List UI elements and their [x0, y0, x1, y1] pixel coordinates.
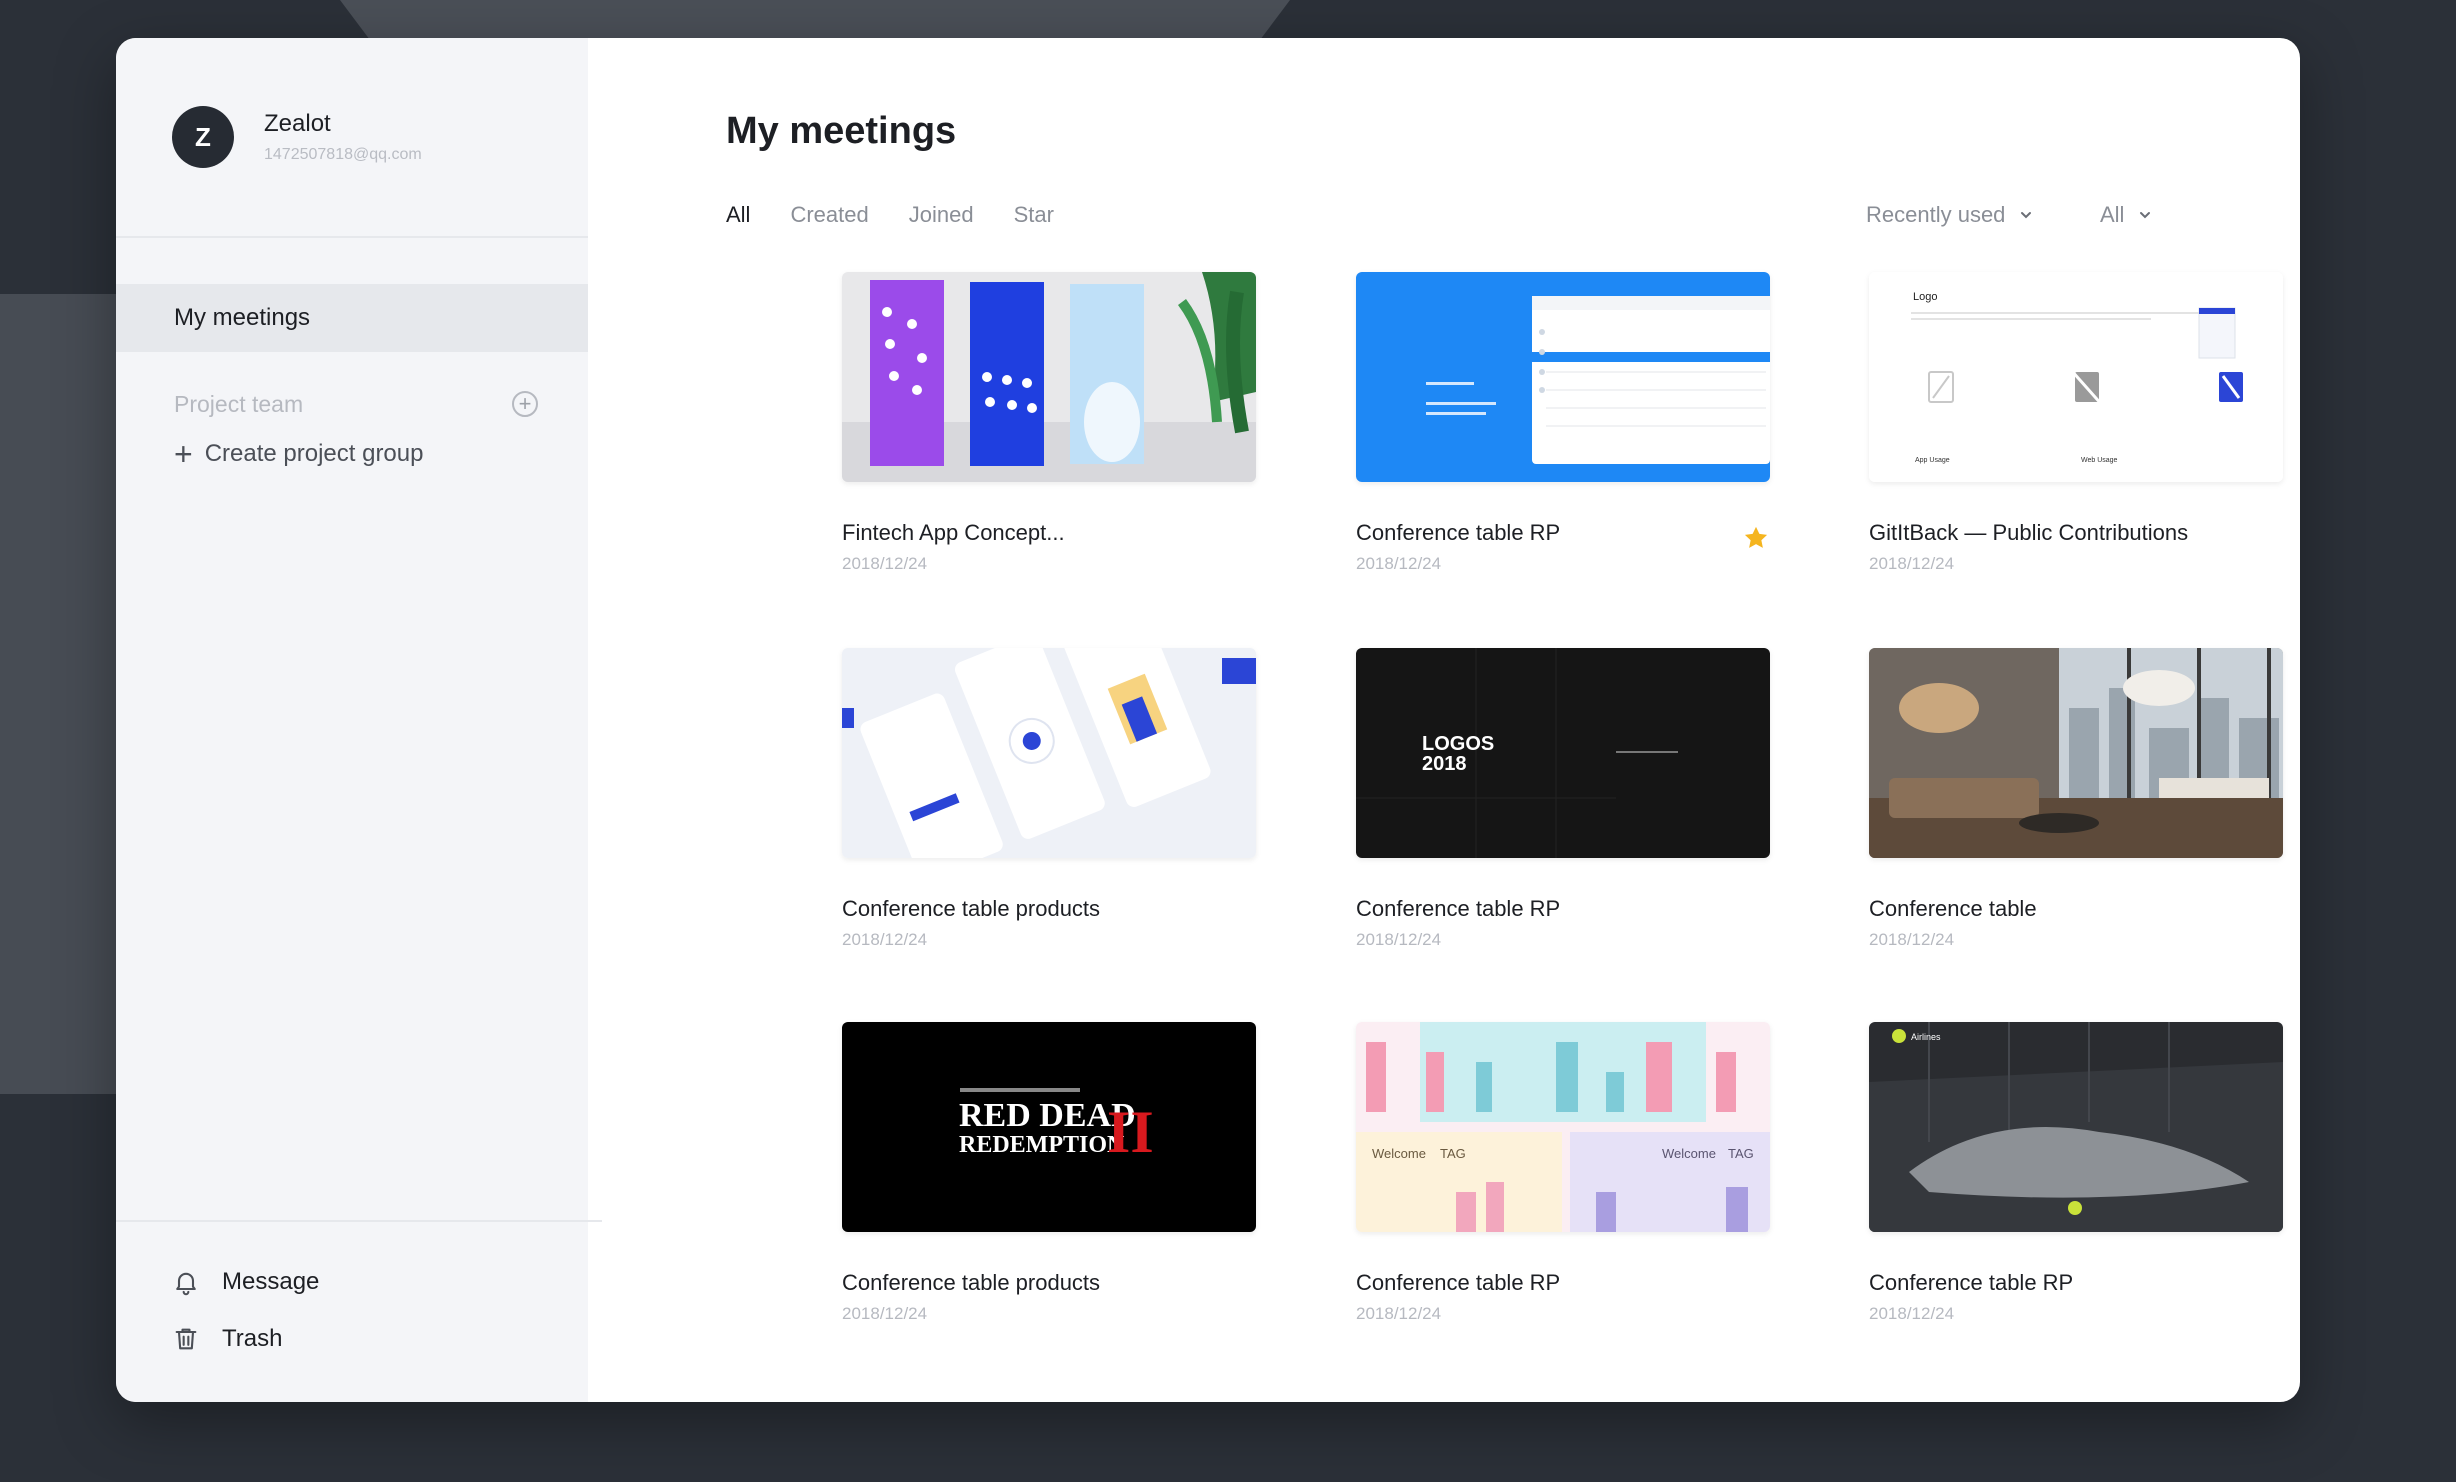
thumb-logo-text: Logo	[1913, 291, 1937, 303]
background-shape-left	[0, 294, 118, 1094]
add-team-icon[interactable]: +	[512, 391, 538, 417]
thumb-welcome-text-1: Welcome	[1372, 1146, 1426, 1161]
meeting-card[interactable]: RED DEAD REDEMPTION II Conference table …	[842, 1022, 1256, 1324]
user-profile[interactable]: Z Zealot 1472507818@qq.com	[172, 106, 422, 168]
meeting-title: Fintech App Concept...	[842, 520, 1065, 545]
meeting-date: 2018/12/24	[842, 930, 928, 949]
meeting-card[interactable]: Fintech App Concept... 2018/12/24	[842, 272, 1256, 574]
avatar[interactable]: Z	[172, 106, 234, 168]
main-content: My meetings All Created Joined Star Rece…	[588, 38, 2300, 1402]
thumb-welcome-text-2: Welcome	[1662, 1146, 1716, 1161]
thumb-web-usage-text: Web Usage	[2081, 457, 2118, 464]
meeting-title: Conference table products	[842, 1270, 1101, 1295]
filter-tabs: All Created Joined Star	[726, 202, 1094, 228]
floating-people-room-image	[1869, 648, 2283, 858]
meeting-title: Conference table products	[842, 896, 1101, 921]
tab-joined[interactable]: Joined	[909, 202, 974, 228]
meeting-title: Conference table RP	[1356, 1270, 1561, 1295]
create-project-group-label: Create project group	[204, 440, 424, 467]
meeting-card[interactable]: LOGOS 2018 Conference table RP 2018/12/2…	[1356, 648, 1770, 950]
welcome-tag-illustration-image: Welcome TAG Welcome TAG	[1356, 1022, 1770, 1232]
user-name: Zealot	[264, 110, 331, 137]
meeting-thumbnail[interactable]: LOGOS 2018	[1356, 648, 1770, 858]
sidebar: Z Zealot 1472507818@qq.com My meetings P…	[116, 38, 602, 1402]
meeting-thumbnail[interactable]	[1356, 272, 1770, 482]
logos-2018-image: LOGOS 2018	[1356, 648, 1770, 858]
plus-icon: +	[174, 436, 193, 472]
sidebar-item-trash[interactable]: Trash	[172, 1325, 282, 1353]
meeting-date: 2018/12/24	[1869, 930, 1955, 949]
sort-dropdown[interactable]: Recently used	[1866, 202, 2033, 228]
thumb-logos-text: LOGOS	[1422, 733, 1494, 755]
tab-all[interactable]: All	[726, 202, 750, 228]
sidebar-divider	[116, 236, 588, 238]
meeting-card[interactable]: Conference table RP 2018/12/24	[1356, 272, 1770, 574]
meeting-date: 2018/12/24	[842, 1304, 928, 1323]
meeting-date: 2018/12/24	[1869, 1304, 1955, 1323]
project-team-label: Project team	[174, 390, 304, 417]
meeting-thumbnail[interactable]: Airlines	[1869, 1022, 2283, 1232]
trash-icon	[175, 1328, 197, 1350]
create-project-group-button[interactable]: + Create project group	[174, 438, 423, 470]
meeting-date: 2018/12/24	[1356, 1304, 1442, 1323]
meeting-title: Conference table RP	[1356, 896, 1561, 921]
meeting-title: Conference table RP	[1356, 520, 1561, 545]
app-window: Z Zealot 1472507818@qq.com My meetings P…	[116, 38, 2300, 1402]
sidebar-item-message[interactable]: Message	[172, 1268, 319, 1296]
project-team-section: Project team +	[174, 384, 538, 424]
meeting-card[interactable]: Airlines Conference table RP 2018/12/24	[1869, 1022, 2283, 1324]
airlines-hangar-image: Airlines	[1869, 1022, 2283, 1232]
sidebar-item-my-meetings[interactable]: My meetings	[116, 284, 588, 352]
red-dead-redemption-image: RED DEAD REDEMPTION II	[842, 1022, 1256, 1232]
sidebar-bottom-divider	[116, 1220, 602, 1222]
page-title: My meetings	[726, 110, 957, 152]
meeting-card[interactable]: Logo App Usage Web Usage GitItBack — Pub…	[1869, 272, 2283, 574]
meeting-thumbnail[interactable]	[842, 648, 1256, 858]
meeting-title: GitItBack — Public Contributions	[1869, 520, 2189, 545]
meeting-date: 2018/12/24	[1356, 554, 1442, 573]
chevron-down-icon	[2140, 212, 2151, 219]
logo-usage-slide-image: Logo App Usage Web Usage	[1869, 272, 2283, 482]
message-label: Message	[222, 1268, 320, 1295]
tab-created[interactable]: Created	[790, 202, 868, 228]
tab-star[interactable]: Star	[1014, 202, 1054, 228]
thumb-tag-text-2: TAG	[1728, 1146, 1754, 1161]
thumb-redemption-text: REDEMPTION	[959, 1132, 1125, 1158]
thumb-tag-text-1: TAG	[1440, 1146, 1466, 1161]
meeting-title: Conference table RP	[1869, 1270, 2074, 1295]
profile-text: Zealot 1472507818@qq.com	[264, 110, 422, 164]
meeting-thumbnail[interactable]: RED DEAD REDEMPTION II	[842, 1022, 1256, 1232]
roll-up-banners-image	[842, 272, 1256, 482]
thumb-year-text: 2018	[1422, 753, 1467, 775]
bell-icon	[176, 1272, 196, 1296]
meeting-title: Conference table	[1869, 896, 2037, 921]
meeting-thumbnail[interactable]	[1869, 648, 2283, 858]
mobile-screens-mockup-image	[842, 648, 1256, 858]
meeting-thumbnail[interactable]: Logo App Usage Web Usage	[1869, 272, 2283, 482]
user-email: 1472507818@qq.com	[264, 146, 422, 163]
chevron-down-icon	[2021, 212, 2032, 219]
trash-label: Trash	[222, 1325, 283, 1352]
thumb-roman-two-text: II	[1107, 1099, 1154, 1165]
thumb-airlines-text: Airlines	[1911, 1032, 1941, 1042]
dashboard-mockup-image	[1356, 272, 1770, 482]
meeting-card[interactable]: Conference table products 2018/12/24	[842, 648, 1256, 950]
meeting-date: 2018/12/24	[842, 554, 928, 573]
meeting-card[interactable]: Conference table 2018/12/24	[1869, 648, 2283, 950]
meeting-thumbnail[interactable]: Welcome TAG Welcome TAG	[1356, 1022, 1770, 1232]
meeting-thumbnail[interactable]	[842, 272, 1256, 482]
meeting-date: 2018/12/24	[1869, 554, 1955, 573]
meeting-date: 2018/12/24	[1356, 930, 1442, 949]
type-filter-dropdown[interactable]: All	[2100, 202, 2152, 228]
meeting-card[interactable]: Welcome TAG Welcome TAG Conference table…	[1356, 1022, 1770, 1324]
star-icon[interactable]	[1742, 524, 1770, 552]
sort-label: Recently used	[1866, 202, 2006, 227]
background-shape-top	[340, 0, 1290, 38]
thumb-app-usage-text: App Usage	[1915, 457, 1950, 464]
type-filter-label: All	[2100, 202, 2125, 227]
